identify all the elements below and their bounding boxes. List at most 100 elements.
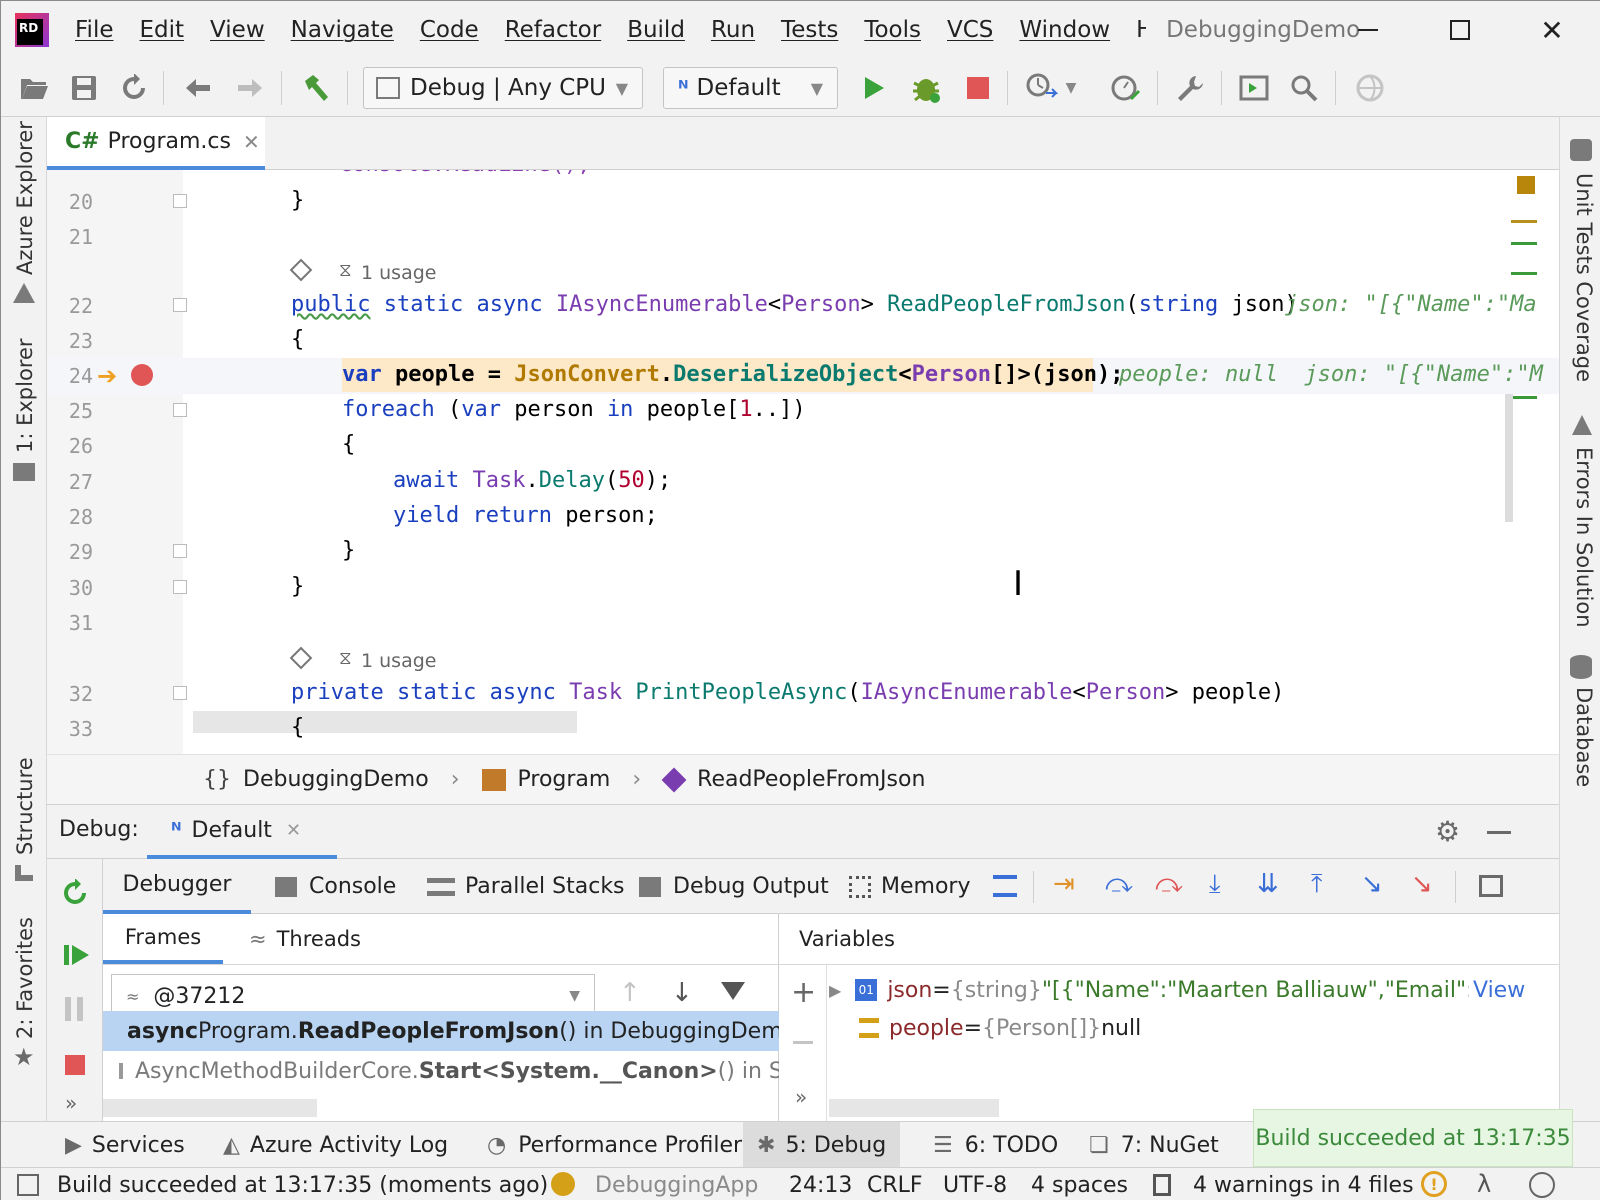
tab-console[interactable]: Console	[275, 859, 396, 914]
run-button[interactable]	[855, 69, 893, 107]
stop-icon[interactable]	[65, 1055, 85, 1075]
implementation-icon[interactable]	[289, 646, 313, 670]
debug-button[interactable]	[907, 69, 945, 107]
step-out-icon[interactable]: ⤒	[1311, 869, 1323, 900]
profile-button[interactable]	[1107, 69, 1145, 107]
pause-icon[interactable]	[65, 997, 83, 1021]
usage-count[interactable]: 1 usage	[361, 262, 436, 284]
tab-todo[interactable]: ☰ 6: TODO	[933, 1122, 1058, 1168]
errors-in-solution-tab[interactable]: Errors In Solution	[1572, 447, 1596, 628]
tab-debug-output[interactable]: Debug Output	[639, 859, 829, 914]
lock-icon[interactable]	[1153, 1174, 1171, 1196]
maximize-button[interactable]	[1433, 1, 1487, 59]
status-project[interactable]: DebuggingApp	[595, 1168, 758, 1200]
fold-marker[interactable]	[173, 544, 187, 558]
run-to-cursor-icon[interactable]: ↘	[1361, 869, 1383, 899]
minimize-panel-icon[interactable]	[1487, 831, 1511, 834]
build-button[interactable]	[297, 69, 335, 107]
arrow-up-icon[interactable]: ↑	[619, 978, 641, 1008]
arrow-down-icon[interactable]: ↓	[671, 978, 693, 1008]
open-folder-button[interactable]	[15, 69, 53, 107]
fold-marker[interactable]	[173, 403, 187, 417]
inspections-icon[interactable]: λ	[1477, 1170, 1491, 1198]
fold-marker[interactable]	[173, 194, 187, 208]
menu-vcs[interactable]: VCS	[947, 17, 993, 43]
profiler-dropdown[interactable]: ▼	[1061, 69, 1081, 107]
menu-help[interactable]: Help	[1136, 17, 1146, 43]
forward-button[interactable]	[231, 69, 269, 107]
caret-position[interactable]: 24:13	[789, 1168, 852, 1200]
usage-count[interactable]: 1 usage	[361, 650, 436, 672]
close-tab-icon[interactable]: ✕	[286, 820, 301, 841]
gear-icon[interactable]: ⚙	[1435, 815, 1460, 848]
step-into-icon[interactable]: ⤓	[1209, 869, 1221, 900]
minimize-button[interactable]	[1341, 1, 1395, 59]
search-everywhere-button[interactable]	[1285, 69, 1323, 107]
horizontal-scrollbar[interactable]	[193, 711, 577, 733]
favorites-tab[interactable]: 2: Favorites	[13, 917, 37, 1039]
menu-view[interactable]: View	[210, 17, 265, 43]
tab-threads[interactable]: ≈ Threads	[249, 914, 361, 964]
tab-debug[interactable]: ✱ 5: Debug	[743, 1122, 901, 1168]
close-tab-icon[interactable]: ✕	[243, 130, 260, 154]
structure-tab[interactable]: Structure	[13, 757, 37, 855]
resume-icon[interactable]	[63, 943, 91, 967]
breakpoint-icon[interactable]	[131, 364, 153, 386]
update-button[interactable]	[1351, 69, 1389, 107]
breadcrumb-namespace[interactable]: {} DebuggingDemo	[203, 767, 429, 792]
warnings-summary[interactable]: 4 warnings in 4 files	[1193, 1168, 1414, 1200]
run-anything-button[interactable]	[1235, 69, 1273, 107]
line-endings[interactable]: CRLF	[867, 1168, 923, 1200]
view-link[interactable]: View	[1469, 977, 1526, 1003]
explorer-tab[interactable]: 1: Explorer	[13, 338, 37, 453]
rerun-icon[interactable]	[61, 879, 89, 907]
variable-row-json[interactable]: ▶ 01 json = {string} "[{"Name":"Maarten …	[829, 970, 1526, 1010]
indent-settings[interactable]: 4 spaces	[1031, 1168, 1128, 1200]
variable-row-people[interactable]: people = {Person[]} null	[829, 1008, 1141, 1048]
toggle-tool-windows-icon[interactable]	[17, 1174, 39, 1196]
fold-marker[interactable]	[173, 580, 187, 594]
filter-icon[interactable]	[721, 982, 745, 1000]
synchronize-button[interactable]	[115, 69, 153, 107]
save-all-button[interactable]	[65, 69, 103, 107]
fold-marker[interactable]	[173, 298, 187, 312]
force-run-to-cursor-icon[interactable]: ↘	[1411, 869, 1433, 899]
menu-file[interactable]: File	[75, 17, 114, 43]
azure-explorer-tab[interactable]: Azure Explorer	[13, 121, 37, 275]
expand-arrow-icon[interactable]: ▶	[829, 981, 841, 1000]
avatar[interactable]	[1529, 1172, 1555, 1198]
frame-row-selected[interactable]: async Program. ReadPeopleFromJson() in De…	[103, 1011, 779, 1051]
tab-azure-activity-log[interactable]: ◭ Azure Activity Log	[223, 1122, 448, 1168]
tab-memory[interactable]: Memory	[849, 859, 970, 914]
frames-scrollbar[interactable]	[103, 1099, 317, 1117]
build-config-dropdown[interactable]: Debug | Any CPU ▼	[363, 67, 643, 109]
tab-debugger[interactable]: Debugger	[103, 859, 251, 914]
database-tab[interactable]: Database	[1572, 687, 1596, 787]
menu-navigate[interactable]: Navigate	[291, 17, 394, 43]
implementation-icon[interactable]	[289, 258, 313, 282]
tab-frames[interactable]: Frames	[103, 914, 223, 964]
build-notification[interactable]: Build succeeded at 13:17:35	[1253, 1109, 1573, 1167]
remove-watch-icon[interactable]	[793, 1041, 813, 1044]
tab-parallel-stacks[interactable]: Parallel Stacks	[427, 859, 625, 914]
add-watch-icon[interactable]: +	[791, 975, 816, 1010]
attach-profiler-button[interactable]	[1023, 69, 1061, 107]
menu-code[interactable]: Code	[420, 17, 479, 43]
status-message[interactable]: Build succeeded at 13:17:35 (moments ago…	[57, 1168, 548, 1200]
breadcrumb-class[interactable]: Program	[481, 767, 610, 792]
more-icon[interactable]: »	[65, 1091, 77, 1115]
menu-run[interactable]: Run	[711, 17, 755, 43]
step-over-icon[interactable]: ⤼	[1105, 869, 1133, 900]
back-button[interactable]	[179, 69, 217, 107]
tab-nuget[interactable]: ❏ 7: NuGet	[1089, 1122, 1219, 1168]
frame-row[interactable]: AsyncMethodBuilderCore. Start<System.__Ca…	[103, 1051, 779, 1091]
fold-marker[interactable]	[173, 686, 187, 700]
run-config-dropdown[interactable]: ᴺ Default ▼	[663, 67, 838, 109]
variables-scrollbar[interactable]	[829, 1099, 999, 1117]
menu-build[interactable]: Build	[627, 17, 685, 43]
debug-session-tab[interactable]: ᴺ Default ✕	[147, 805, 337, 859]
file-encoding[interactable]: UTF-8	[943, 1168, 1007, 1200]
menu-refactor[interactable]: Refactor	[505, 17, 601, 43]
close-window-button[interactable]: ✕	[1525, 1, 1579, 59]
breadcrumb-method[interactable]: ReadPeopleFromJson	[661, 767, 925, 792]
